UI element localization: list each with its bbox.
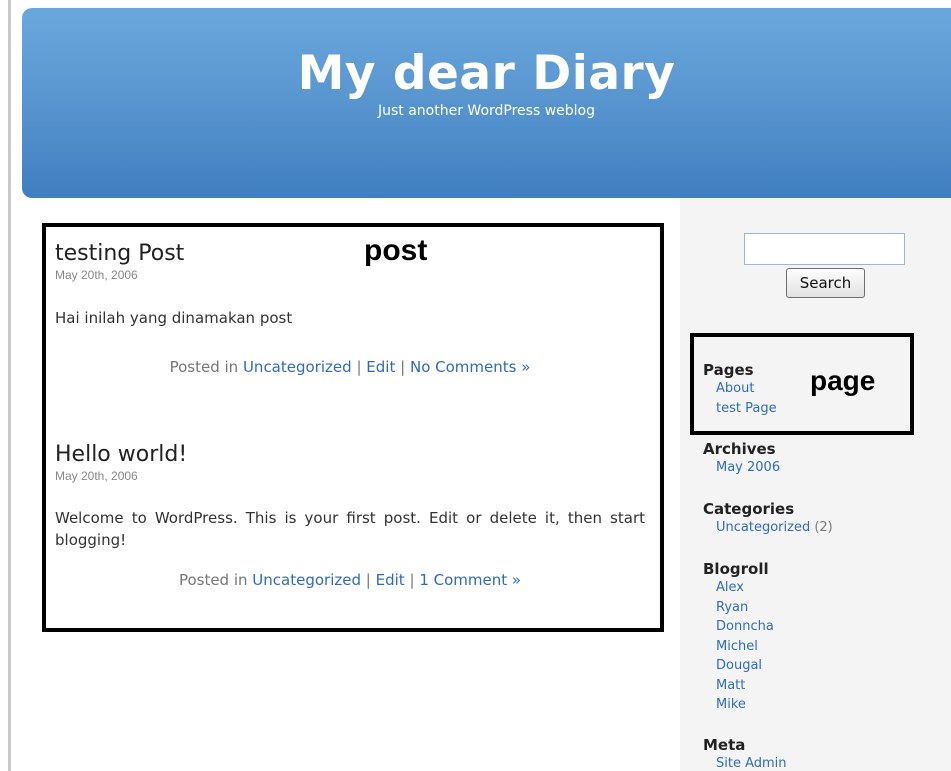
search-button[interactable]: Search: [786, 268, 865, 298]
category-link[interactable]: Uncategorized: [252, 571, 361, 589]
blogroll-link[interactable]: Dougal: [716, 658, 762, 673]
site-admin-link[interactable]: Site Admin: [716, 756, 787, 771]
widget-heading: Categories: [703, 500, 795, 518]
widget-categories: Categories Uncategorized (2): [703, 500, 833, 538]
widget-heading: Archives: [703, 440, 776, 458]
list-item: Mike: [716, 695, 774, 715]
post-meta: Posted in Uncategorized | Edit | 1 Comme…: [55, 571, 645, 589]
meta-separator: |: [400, 358, 406, 376]
list-item: test Page: [716, 399, 777, 419]
widget-pages: Pages About test Page: [703, 361, 777, 418]
post-date: May 20th, 2006: [55, 469, 138, 483]
post-entry: Hello world! May 20th, 2006 Welcome to W…: [55, 442, 645, 589]
page-link-about[interactable]: About: [716, 381, 754, 396]
post-meta: Posted in Uncategorized | Edit | No Comm…: [55, 358, 645, 376]
post-title[interactable]: testing Post: [55, 241, 645, 266]
blogroll-link[interactable]: Ryan: [716, 600, 748, 615]
comments-link[interactable]: No Comments »: [410, 358, 530, 376]
post-entry: testing Post May 20th, 2006 Hai inilah y…: [55, 241, 645, 376]
list-item: May 2006: [716, 458, 780, 478]
posted-in-text: Posted in: [169, 358, 239, 376]
widget-heading: Blogroll: [703, 560, 769, 578]
widget-archives: Archives May 2006: [703, 440, 780, 478]
site-tagline: Just another WordPress weblog: [377, 103, 595, 119]
post-body: Welcome to WordPress. This is your first…: [55, 509, 645, 549]
post-body: Hai inilah yang dinamakan post: [55, 309, 293, 327]
blogroll-link[interactable]: Mike: [716, 697, 746, 712]
posted-in-text: Posted in: [178, 571, 248, 589]
edit-link[interactable]: Edit: [376, 571, 405, 589]
page-link-test-page[interactable]: test Page: [716, 401, 777, 416]
list-item: Donncha: [716, 617, 774, 637]
list-item: Site Admin: [716, 754, 787, 771]
category-link[interactable]: Uncategorized: [716, 520, 810, 535]
comments-link[interactable]: 1 Comment »: [419, 571, 521, 589]
blogroll-link[interactable]: Donncha: [716, 619, 774, 634]
search-input[interactable]: [744, 233, 905, 265]
meta-separator: |: [365, 571, 371, 589]
list-item: Ryan: [716, 598, 774, 618]
list-item: Alex: [716, 578, 774, 598]
page-left-border: [8, 0, 11, 771]
page-annotation-label: page: [810, 365, 876, 396]
edit-link[interactable]: Edit: [366, 358, 395, 376]
post-title[interactable]: Hello world!: [55, 442, 645, 467]
widget-heading: Meta: [703, 736, 746, 754]
blogroll-link[interactable]: Michel: [716, 639, 758, 654]
widget-meta: Meta Site Admin: [703, 736, 787, 771]
meta-separator: |: [356, 358, 362, 376]
list-item: Matt: [716, 676, 774, 696]
list-item: Uncategorized (2): [716, 518, 833, 538]
widget-heading: Pages: [703, 361, 754, 379]
blogroll-link[interactable]: Alex: [716, 580, 744, 595]
blog-header: My dear Diary Just another WordPress web…: [22, 8, 951, 198]
list-item: Michel: [716, 637, 774, 657]
blogroll-link[interactable]: Matt: [716, 678, 745, 693]
list-item: About: [716, 379, 777, 399]
meta-separator: |: [409, 571, 415, 589]
post-date: May 20th, 2006: [55, 268, 138, 282]
archive-link[interactable]: May 2006: [716, 460, 780, 475]
category-link[interactable]: Uncategorized: [243, 358, 352, 376]
category-count: (2): [814, 520, 833, 535]
list-item: Dougal: [716, 656, 774, 676]
widget-blogroll: Blogroll Alex Ryan Donncha Michel Dougal…: [703, 560, 774, 715]
site-title[interactable]: My dear Diary: [22, 46, 951, 101]
